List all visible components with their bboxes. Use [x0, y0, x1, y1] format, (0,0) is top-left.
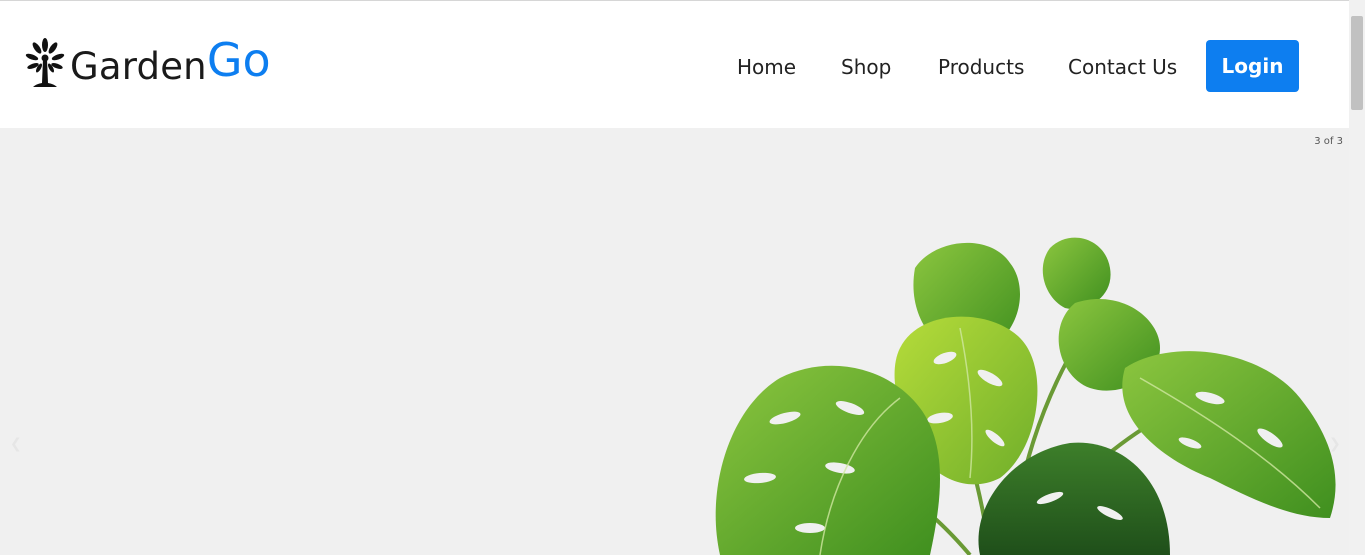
- nav-link-contact-us[interactable]: Contact Us: [1068, 54, 1177, 80]
- nav-link-shop[interactable]: Shop: [841, 54, 891, 80]
- navbar: Garden Go Home Shop Products Contact Us L…: [0, 0, 1349, 128]
- scrollbar-thumb[interactable]: [1351, 16, 1363, 110]
- scrollbar[interactable]: [1349, 0, 1365, 555]
- login-button[interactable]: Login: [1206, 40, 1299, 92]
- hero-carousel: 3 of 3 ❮ ❯: [0, 128, 1349, 555]
- chevron-left-icon[interactable]: ❮: [10, 436, 22, 452]
- monstera-plant-image: [715, 237, 1336, 555]
- nav-link-home[interactable]: Home: [737, 54, 796, 80]
- nav-link-products[interactable]: Products: [938, 54, 1024, 80]
- main-nav: Home Shop Products Contact Us: [0, 54, 1349, 80]
- slide-counter: 3 of 3: [1314, 136, 1343, 147]
- page: Garden Go Home Shop Products Contact Us L…: [0, 0, 1365, 555]
